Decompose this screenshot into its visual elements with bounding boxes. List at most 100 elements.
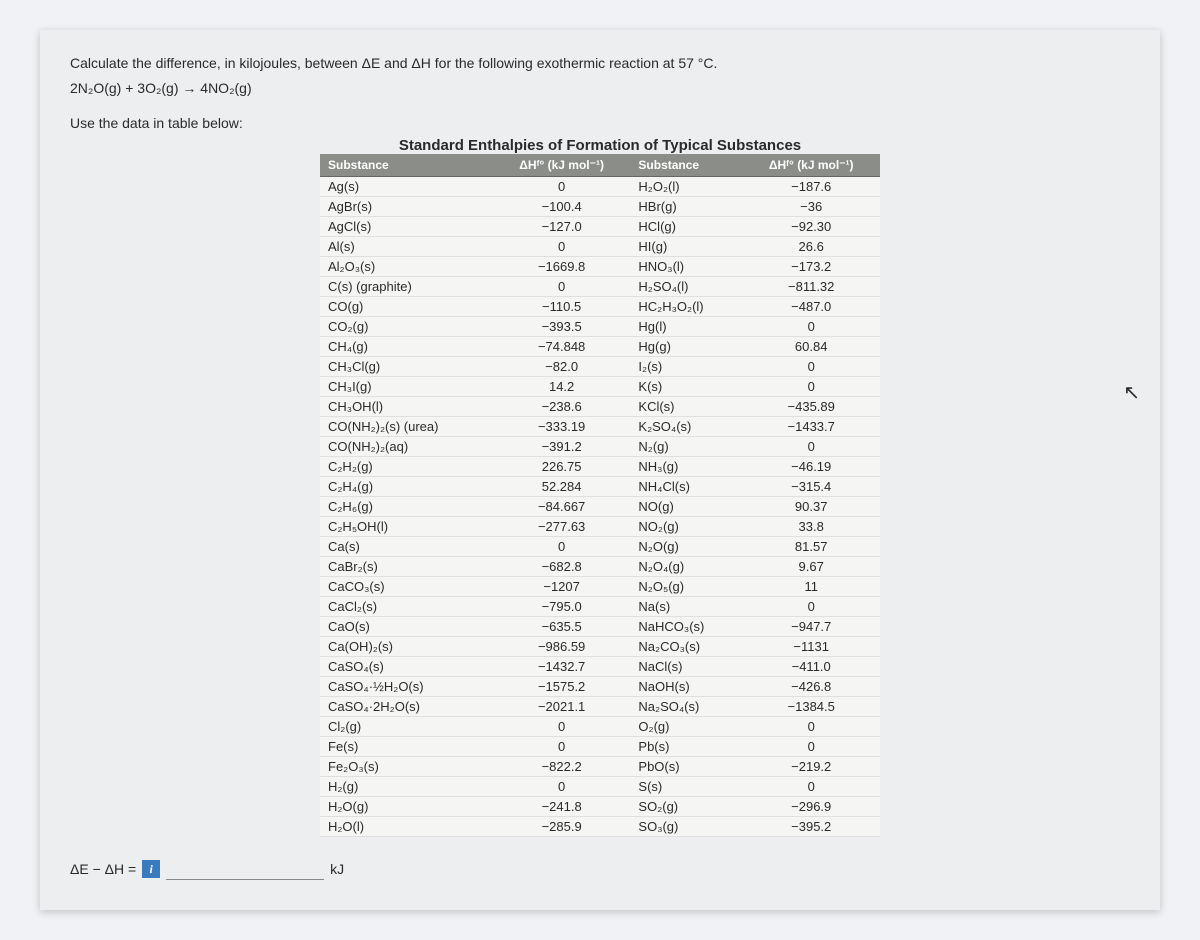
info-icon[interactable]: i [142, 860, 160, 878]
substance-cell: KCl(s) [630, 397, 742, 417]
substance-cell: C₂H₂(g) [320, 457, 493, 477]
table-row: H₂O(l)−285.9SO₃(g)−395.2 [320, 817, 880, 837]
value-cell: −822.2 [493, 757, 631, 777]
value-cell: 0 [742, 357, 880, 377]
value-cell: −1433.7 [742, 417, 880, 437]
value-cell: −487.0 [742, 297, 880, 317]
substance-cell: HI(g) [630, 237, 742, 257]
table-row: Ag(s)0H₂O₂(l)−187.6 [320, 177, 880, 197]
value-cell: 0 [742, 317, 880, 337]
table-row: Cl₂(g)0O₂(g)0 [320, 717, 880, 737]
value-cell: −100.4 [493, 197, 631, 217]
value-cell: −393.5 [493, 317, 631, 337]
value-cell: −1575.2 [493, 677, 631, 697]
table-row: Fe(s)0Pb(s)0 [320, 737, 880, 757]
table-row: CO(g)−110.5HC₂H₃O₂(l)−487.0 [320, 297, 880, 317]
substance-cell: Hg(l) [630, 317, 742, 337]
value-cell: −238.6 [493, 397, 631, 417]
table-row: H₂O(g)−241.8SO₂(g)−296.9 [320, 797, 880, 817]
substance-cell: CO(NH₂)₂(s) (urea) [320, 417, 493, 437]
answer-unit: kJ [330, 861, 344, 877]
value-cell: −187.6 [742, 177, 880, 197]
table-row: AgBr(s)−100.4HBr(g)−36 [320, 197, 880, 217]
table-row: CaSO₄·½H₂O(s)−1575.2NaOH(s)−426.8 [320, 677, 880, 697]
value-cell: −811.32 [742, 277, 880, 297]
substance-cell: K₂SO₄(s) [630, 417, 742, 437]
substance-cell: NH₄Cl(s) [630, 477, 742, 497]
value-cell: −82.0 [493, 357, 631, 377]
value-cell: 14.2 [493, 377, 631, 397]
table-row: Al₂O₃(s)−1669.8HNO₃(l)−173.2 [320, 257, 880, 277]
answer-label: ΔE − ΔH = [70, 861, 136, 877]
table-row: CH₃Cl(g)−82.0I₂(s)0 [320, 357, 880, 377]
substance-cell: Cl₂(g) [320, 717, 493, 737]
value-cell: 0 [493, 277, 631, 297]
value-cell: 0 [742, 717, 880, 737]
substance-cell: CaSO₄(s) [320, 657, 493, 677]
value-cell: 52.284 [493, 477, 631, 497]
value-cell: 0 [493, 237, 631, 257]
value-cell: 0 [493, 777, 631, 797]
substance-cell: H₂(g) [320, 777, 493, 797]
substance-cell: Ag(s) [320, 177, 493, 197]
substance-cell: Na₂CO₃(s) [630, 637, 742, 657]
value-cell: 0 [493, 177, 631, 197]
table-row: Ca(s)0N₂O(g)81.57 [320, 537, 880, 557]
value-cell: 0 [493, 737, 631, 757]
table-row: C₂H₅OH(l)−277.63NO₂(g)33.8 [320, 517, 880, 537]
value-cell: −296.9 [742, 797, 880, 817]
substance-cell: AgBr(s) [320, 197, 493, 217]
table-row: CO(NH₂)₂(aq)−391.2N₂(g)0 [320, 437, 880, 457]
table-row: CO₂(g)−393.5Hg(l)0 [320, 317, 880, 337]
table-row: Ca(OH)₂(s)−986.59Na₂CO₃(s)−1131 [320, 637, 880, 657]
substance-cell: NH₃(g) [630, 457, 742, 477]
substance-cell: H₂O₂(l) [630, 177, 742, 197]
table-row: CaCl₂(s)−795.0Na(s)0 [320, 597, 880, 617]
value-cell: −635.5 [493, 617, 631, 637]
value-cell: 0 [742, 437, 880, 457]
substance-cell: Fe(s) [320, 737, 493, 757]
substance-cell: Al(s) [320, 237, 493, 257]
value-cell: 226.75 [493, 457, 631, 477]
substance-cell: Na(s) [630, 597, 742, 617]
answer-input[interactable] [166, 857, 324, 880]
substance-cell: H₂O(l) [320, 817, 493, 837]
substance-cell: CaSO₄·½H₂O(s) [320, 677, 493, 697]
substance-cell: Ca(s) [320, 537, 493, 557]
substance-cell: HCl(g) [630, 217, 742, 237]
value-cell: −219.2 [742, 757, 880, 777]
substance-cell: CH₃Cl(g) [320, 357, 493, 377]
value-cell: 90.37 [742, 497, 880, 517]
value-cell: 60.84 [742, 337, 880, 357]
substance-cell: NaOH(s) [630, 677, 742, 697]
substance-cell: NO₂(g) [630, 517, 742, 537]
substance-cell: CO(NH₂)₂(aq) [320, 437, 493, 457]
value-cell: −277.63 [493, 517, 631, 537]
value-cell: −395.2 [742, 817, 880, 837]
value-cell: −435.89 [742, 397, 880, 417]
table-row: CH₃OH(l)−238.6KCl(s)−435.89 [320, 397, 880, 417]
substance-cell: CO(g) [320, 297, 493, 317]
substance-cell: Ca(OH)₂(s) [320, 637, 493, 657]
value-cell: −2021.1 [493, 697, 631, 717]
value-cell: −241.8 [493, 797, 631, 817]
value-cell: 0 [742, 777, 880, 797]
value-cell: −127.0 [493, 217, 631, 237]
value-cell: 0 [742, 737, 880, 757]
table-row: AgCl(s)−127.0HCl(g)−92.30 [320, 217, 880, 237]
substance-cell: H₂O(g) [320, 797, 493, 817]
substance-cell: CaO(s) [320, 617, 493, 637]
value-cell: −173.2 [742, 257, 880, 277]
substance-cell: N₂O₄(g) [630, 557, 742, 577]
value-cell: 0 [493, 717, 631, 737]
substance-cell: C₂H₄(g) [320, 477, 493, 497]
table-row: CO(NH₂)₂(s) (urea)−333.19K₂SO₄(s)−1433.7 [320, 417, 880, 437]
value-cell: −1432.7 [493, 657, 631, 677]
value-cell: −1207 [493, 577, 631, 597]
substance-cell: CaSO₄·2H₂O(s) [320, 697, 493, 717]
table-caption: Standard Enthalpies of Formation of Typi… [70, 137, 1130, 154]
substance-cell: C(s) (graphite) [320, 277, 493, 297]
substance-cell: CaCl₂(s) [320, 597, 493, 617]
substance-cell: HC₂H₃O₂(l) [630, 297, 742, 317]
th-substance-1: Substance [320, 154, 493, 177]
